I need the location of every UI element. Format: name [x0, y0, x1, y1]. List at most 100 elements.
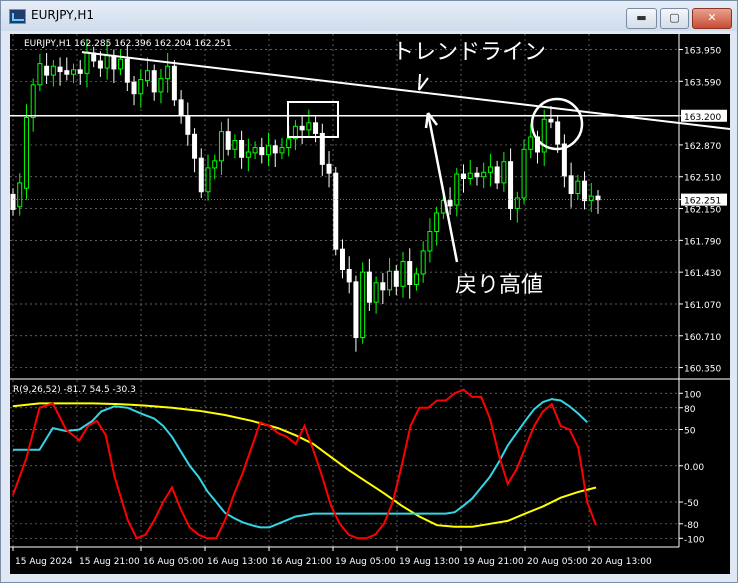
price-tick-label: 163.590: [684, 78, 721, 88]
candle-body: [595, 195, 601, 201]
indicator-tick-label: 80: [684, 405, 696, 415]
candle-body: [77, 69, 83, 74]
candle-body: [346, 269, 352, 283]
price-tick-label: 162.510: [684, 174, 721, 184]
candle-body: [528, 136, 534, 150]
candle-body: [151, 70, 157, 93]
candle-body: [97, 60, 103, 69]
chart-info: EURJPY,H1 162.285 162.396 162.204 162.25…: [24, 39, 232, 49]
candle-body: [434, 212, 440, 233]
candle-body: [501, 161, 507, 184]
window-title: EURJPY,H1: [31, 8, 95, 22]
time-tick-label: 16 Aug 13:00: [207, 557, 268, 567]
indicator-info: R(9,26,52) -81.7 54.5 -30.3: [13, 385, 136, 395]
candle-body: [326, 163, 332, 174]
candle-body: [71, 69, 77, 75]
candle-body: [158, 78, 164, 93]
time-tick-label: 16 Aug 21:00: [271, 557, 332, 567]
candle-body: [225, 131, 231, 150]
time-tick-label: 19 Aug 13:00: [399, 557, 460, 567]
candle-body: [407, 261, 413, 286]
candle-body: [37, 63, 43, 86]
price-tick-label: 161.790: [684, 237, 721, 247]
candle-body: [144, 70, 150, 81]
candle-body: [239, 139, 245, 158]
candle-body: [555, 121, 561, 145]
candle-body: [118, 58, 124, 70]
candle-body: [84, 51, 90, 74]
title-bar[interactable]: EURJPY,H1 ▬ ▢ ✕: [1, 1, 737, 31]
candle-body: [205, 167, 211, 193]
candle-body: [279, 147, 285, 154]
indicator-tick-label: -80: [684, 521, 699, 531]
time-tick-label: 16 Aug 05:00: [143, 557, 204, 567]
indicator-window: [10, 373, 730, 540]
pullback-high-label: 戻り高値: [455, 273, 543, 298]
candle-body: [568, 175, 574, 195]
candle-body: [494, 166, 500, 184]
candle-body: [339, 248, 345, 271]
candle-body: [306, 122, 312, 131]
time-tick-label: 15 Aug 2024: [15, 557, 73, 567]
candle-body: [508, 161, 514, 210]
candle-body: [171, 65, 177, 101]
candle-body: [299, 125, 305, 131]
price-tick-label: 160.710: [684, 333, 721, 343]
candle-body: [313, 122, 319, 134]
candle-body: [17, 182, 23, 208]
candle-body: [582, 180, 588, 202]
candle-body: [57, 66, 63, 73]
time-tick-label: 20 Aug 13:00: [591, 557, 652, 567]
candle-body: [30, 84, 36, 119]
candle-body: [212, 160, 218, 169]
candle-body: [10, 193, 16, 210]
candle-body: [454, 173, 460, 206]
chart-area[interactable]: 163.950 163.590 163.200 162.870 162.510 162.2…: [10, 34, 731, 574]
price-tick-label: 160.350: [684, 365, 721, 375]
candle-body: [198, 157, 204, 193]
maximize-button[interactable]: ▢: [660, 8, 689, 29]
price-tick-label: 162.870: [684, 142, 721, 152]
indicator-tick-label: 0.00: [684, 463, 704, 473]
candle-body: [393, 270, 399, 287]
minimize-button[interactable]: ▬: [626, 8, 657, 29]
candle-body: [474, 172, 480, 178]
candle-body: [185, 115, 191, 135]
indicator-line-yellow: [12, 402, 597, 528]
candle-body: [461, 173, 467, 179]
candle-body: [481, 171, 487, 178]
candle-body: [218, 131, 224, 162]
candle-body: [50, 65, 56, 76]
candle-body: [373, 282, 379, 303]
price-chart[interactable]: 163.950163.590163.200162.870162.510162.2…: [10, 34, 731, 574]
time-tick-label: 19 Aug 21:00: [463, 557, 524, 567]
candle-body: [64, 70, 70, 75]
candle-body: [420, 250, 426, 275]
price-tick-label: 161.430: [684, 269, 721, 279]
candle-body: [266, 145, 272, 156]
candle-body: [138, 79, 144, 95]
candle-body: [124, 58, 130, 83]
drawing-objects: [10, 51, 731, 263]
candle-body: [521, 148, 527, 199]
candle-body: [400, 261, 406, 287]
candle-body: [131, 81, 137, 95]
candle-body: [360, 271, 366, 339]
candle-body: [319, 132, 325, 165]
trendline-pointer: [418, 73, 429, 91]
trendline-label: トレンドライン: [392, 40, 546, 65]
candle-body: [387, 270, 393, 291]
time-tick-label: 20 Aug 05:00: [527, 557, 588, 567]
candle-body: [272, 145, 278, 154]
candle-body: [192, 133, 198, 159]
candle-body: [353, 281, 359, 339]
candle-body: [178, 99, 184, 116]
candle-body: [575, 180, 581, 195]
chart-window-icon: [9, 9, 26, 24]
candle-body: [548, 118, 554, 123]
indicator-tick-label: 50: [684, 427, 696, 437]
candle-body: [286, 138, 292, 149]
close-button[interactable]: ✕: [692, 8, 732, 29]
panel-gap: [10, 373, 730, 379]
indicator-tick-label: 100: [684, 390, 701, 400]
